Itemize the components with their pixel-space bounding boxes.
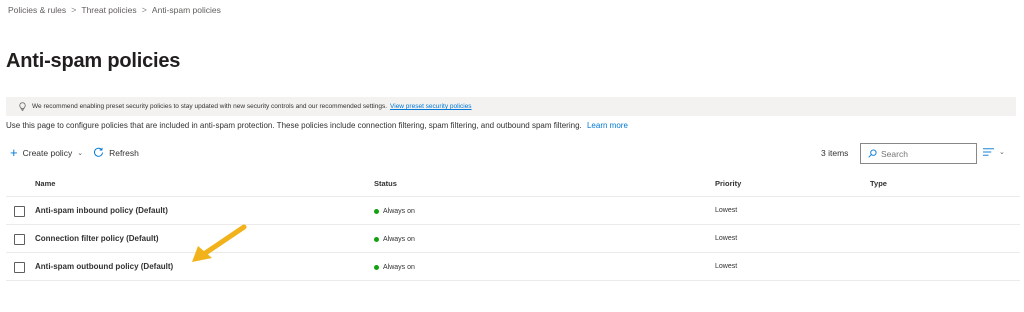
priority-cell: Lowest [715,207,738,214]
refresh-button[interactable]: Refresh [93,147,139,158]
search-input[interactable] [881,148,971,159]
policy-name[interactable]: Anti-spam outbound policy (Default) [35,262,173,271]
policy-name[interactable]: Anti-spam inbound policy (Default) [35,206,168,215]
status-text: Always on [383,236,415,243]
chevron-down-icon: ⌄ [77,149,84,157]
recommendation-banner: We recommend enabling preset security po… [6,97,1016,116]
breadcrumb-separator: > [141,5,147,15]
column-header-name[interactable]: Name [35,179,55,188]
create-policy-button[interactable]: + Create policy ⌄ [10,146,83,159]
description-text: Use this page to configure policies that… [6,121,582,130]
status-cell: Always on [374,236,415,243]
command-bar: + Create policy ⌄ Refresh [10,146,139,159]
refresh-label: Refresh [109,147,139,158]
column-header-status[interactable]: Status [374,179,397,188]
status-cell: Always on [374,208,415,215]
table-row[interactable]: Anti-spam outbound policy (Default) Alwa… [6,253,1020,281]
policies-table: Name Status Priority Type Anti-spam inbo… [6,170,1020,281]
view-preset-policies-link[interactable]: View preset security policies [390,103,472,110]
breadcrumb-item-threat-policies[interactable]: Threat policies [81,5,136,15]
search-icon [868,149,877,158]
status-cell: Always on [374,264,415,271]
column-header-type[interactable]: Type [870,179,887,188]
breadcrumb-separator: > [71,5,77,15]
breadcrumb: Policies & rules > Threat policies > Ant… [8,5,221,15]
banner-text: We recommend enabling preset security po… [32,103,388,110]
status-dot-icon [374,265,379,270]
status-dot-icon [374,209,379,214]
table-header: Name Status Priority Type [6,170,1020,197]
breadcrumb-item-policies-rules[interactable]: Policies & rules [8,5,66,15]
plus-icon: + [10,145,18,160]
status-dot-icon [374,237,379,242]
row-checkbox[interactable] [14,262,25,273]
page-description: Use this page to configure policies that… [6,121,628,130]
table-row[interactable]: Anti-spam inbound policy (Default) Alway… [6,197,1020,225]
items-count: 3 items [821,148,849,158]
table-row[interactable]: Connection filter policy (Default) Alway… [6,225,1020,253]
list-options-icon [983,148,994,156]
search-box[interactable] [860,143,977,164]
priority-cell: Lowest [715,235,738,242]
breadcrumb-item-anti-spam-policies: Anti-spam policies [151,5,221,15]
lightbulb-icon [19,102,26,111]
group-by-button[interactable]: ⌄ [983,147,1005,157]
refresh-icon [94,147,104,157]
annotation-arrow-icon [192,224,247,262]
policy-name[interactable]: Connection filter policy (Default) [35,234,159,243]
learn-more-link[interactable]: Learn more [587,121,628,130]
status-text: Always on [383,208,415,215]
row-checkbox[interactable] [14,234,25,245]
status-text: Always on [383,264,415,271]
row-checkbox[interactable] [14,206,25,217]
priority-cell: Lowest [715,263,738,270]
chevron-down-icon: ⌄ [999,149,1005,156]
page-title: Anti-spam policies [6,50,181,72]
create-policy-label: Create policy [22,147,73,158]
column-header-priority[interactable]: Priority [715,179,741,188]
